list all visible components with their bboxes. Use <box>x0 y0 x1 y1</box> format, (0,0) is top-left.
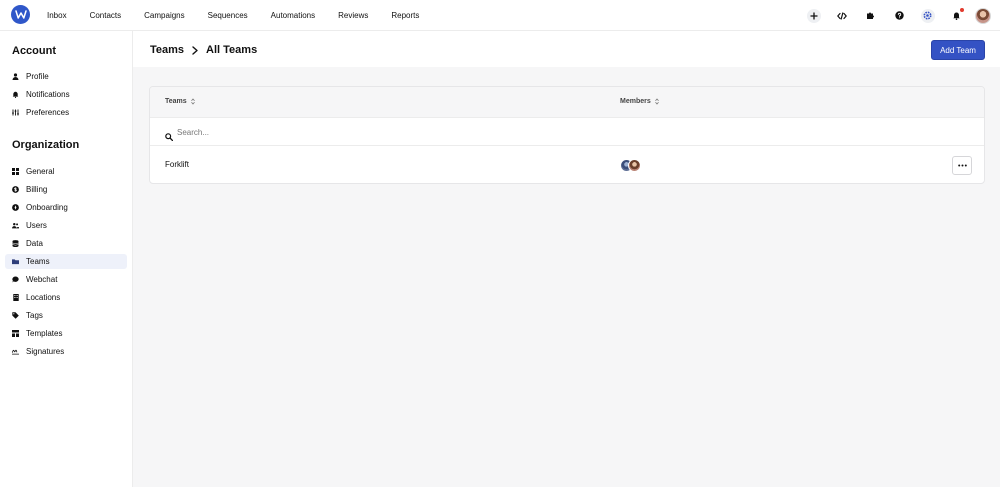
breadcrumb-teams[interactable]: Teams <box>150 44 184 56</box>
sidebar-item-tags[interactable]: Tags <box>5 308 127 323</box>
column-header-members[interactable]: Members <box>620 98 659 105</box>
user-avatar[interactable] <box>975 7 991 24</box>
logo-w-icon <box>14 10 27 19</box>
sidebar-item-profile[interactable]: Profile <box>5 69 127 84</box>
sidebar-item-notifications[interactable]: Notifications <box>5 87 127 102</box>
sidebar-item-label: Teams <box>26 257 50 266</box>
column-header-teams[interactable]: Teams <box>165 98 195 105</box>
sidebar-item-label: Signatures <box>26 347 65 356</box>
puzzle-icon[interactable] <box>864 9 878 23</box>
member-avatar <box>628 159 641 172</box>
sidebar-item-locations[interactable]: Locations <box>5 290 127 305</box>
sidebar-item-label: General <box>26 167 55 176</box>
nav-icon-group <box>792 0 1000 31</box>
sidebar-item-teams[interactable]: Teams <box>5 254 127 269</box>
folder-icon <box>12 258 19 265</box>
sidebar-item-label: Onboarding <box>26 203 68 212</box>
breadcrumb-all-teams: All Teams <box>206 44 258 56</box>
sort-icon <box>654 98 659 105</box>
sidebar-item-label: Notifications <box>26 90 70 99</box>
ellipsis-icon <box>957 164 967 167</box>
sidebar-item-label: Preferences <box>26 108 70 117</box>
sidebar-item-label: Templates <box>26 329 63 338</box>
member-avatars <box>620 159 644 173</box>
team-name[interactable]: Forklift <box>165 160 189 169</box>
nav-link-campaigns[interactable]: Campaigns <box>144 11 184 20</box>
notification-dot <box>960 7 964 12</box>
nav-link-sequences[interactable]: Sequences <box>208 11 248 20</box>
settings-sidebar: Account Profile Notifications Preference… <box>0 31 133 487</box>
page-header: Teams All Teams Add Team <box>133 31 1000 67</box>
sidebar-heading-organization: Organization <box>12 139 80 151</box>
sort-icon <box>190 98 195 105</box>
column-header-label: Teams <box>165 98 187 105</box>
nav-link-contacts[interactable]: Contacts <box>90 11 122 20</box>
sidebar-item-label: Data <box>26 239 43 248</box>
nav-link-reviews[interactable]: Reviews <box>338 11 368 20</box>
sidebar-item-label: Tags <box>26 311 43 320</box>
help-icon[interactable] <box>892 9 906 23</box>
sidebar-item-label: Locations <box>26 293 61 302</box>
main-content: Teams All Teams Add Team Teams Members S… <box>133 31 1000 487</box>
plus-icon[interactable] <box>806 8 821 23</box>
sidebar-item-label: Profile <box>26 72 49 81</box>
sidebar-item-label: Users <box>26 221 47 230</box>
tag-icon <box>12 312 19 319</box>
sidebar-item-users[interactable]: Users <box>5 218 127 233</box>
sidebar-item-preferences[interactable]: Preferences <box>5 105 127 120</box>
building-icon <box>12 294 19 301</box>
sidebar-item-label: Billing <box>26 185 48 194</box>
settings-icon[interactable] <box>920 8 935 23</box>
sidebar-item-onboarding[interactable]: Onboarding <box>5 200 127 215</box>
code-icon[interactable] <box>835 9 849 23</box>
sidebar-item-signatures[interactable]: Signatures <box>5 344 127 359</box>
bell-icon[interactable] <box>949 7 964 23</box>
table-header: Teams Members <box>150 87 984 118</box>
sidebar-item-webchat[interactable]: Webchat <box>5 272 127 287</box>
sidebar-item-billing[interactable]: Billing <box>5 182 127 197</box>
search-input[interactable] <box>177 124 577 140</box>
template-icon <box>12 330 19 337</box>
top-nav: Inbox Contacts Campaigns Sequences Autom… <box>0 0 1000 31</box>
table-search-row <box>150 118 984 146</box>
sidebar-item-label: Webchat <box>26 275 58 284</box>
user-icon <box>12 73 19 80</box>
database-icon <box>12 240 19 247</box>
users-icon <box>12 222 19 229</box>
row-actions-button[interactable] <box>952 156 972 175</box>
add-team-button[interactable]: Add Team <box>931 40 985 60</box>
sidebar-item-data[interactable]: Data <box>5 236 127 251</box>
brand-logo[interactable] <box>11 5 30 24</box>
signature-icon <box>12 348 19 355</box>
grid-icon <box>12 168 19 175</box>
sliders-icon <box>12 109 19 116</box>
compass-icon <box>12 204 19 211</box>
search-icon <box>165 128 174 146</box>
dollar-icon <box>12 186 19 193</box>
bell-icon <box>12 91 19 98</box>
sidebar-heading-account: Account <box>12 45 56 57</box>
column-header-label: Members <box>620 98 651 105</box>
sidebar-item-templates[interactable]: Templates <box>5 326 127 341</box>
chevron-right-icon <box>192 45 198 55</box>
nav-link-inbox[interactable]: Inbox <box>47 11 67 20</box>
primary-nav-links: Inbox Contacts Campaigns Sequences Autom… <box>47 0 442 31</box>
sidebar-item-general[interactable]: General <box>5 164 127 179</box>
nav-link-automations[interactable]: Automations <box>271 11 315 20</box>
teams-table: Teams Members Forklift <box>149 86 985 184</box>
breadcrumb: Teams All Teams <box>150 44 257 56</box>
nav-link-reports[interactable]: Reports <box>391 11 419 20</box>
chat-icon <box>12 276 19 283</box>
table-row[interactable]: Forklift <box>150 146 984 183</box>
